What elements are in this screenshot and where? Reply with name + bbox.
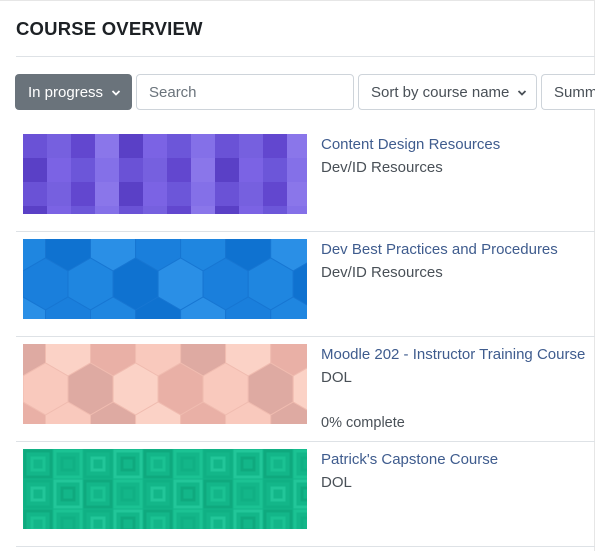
view-label: Summary — [554, 83, 595, 101]
top-border — [0, 0, 595, 1]
course-category: DOL — [321, 474, 352, 491]
sort-label: Sort by course name — [371, 83, 510, 101]
course-name-link[interactable]: Dev Best Practices and Procedures — [321, 240, 558, 260]
course-category: Dev/ID Resources — [321, 159, 443, 176]
grouping-dropdown-button[interactable]: In progress — [15, 74, 132, 110]
course-item: Patrick's Capstone Course DOL — [16, 442, 595, 547]
header-divider — [16, 56, 595, 57]
course-name-link[interactable]: Moodle 202 - Instructor Training Course — [321, 345, 585, 365]
course-image[interactable] — [23, 134, 307, 214]
course-pattern-hexagons — [23, 239, 307, 319]
chevron-down-icon — [111, 84, 121, 101]
course-pattern-hexagons — [23, 344, 307, 424]
sort-dropdown-button[interactable]: Sort by course name — [358, 74, 537, 110]
course-category: DOL — [321, 369, 352, 386]
course-divider — [16, 546, 595, 547]
course-item: Moodle 202 - Instructor Training Course … — [16, 337, 595, 442]
chevron-down-icon — [517, 84, 527, 101]
course-pattern-squares — [23, 134, 307, 214]
course-progress-text: 0% complete — [321, 415, 405, 431]
course-category: Dev/ID Resources — [321, 264, 443, 281]
course-name-link[interactable]: Patrick's Capstone Course — [321, 450, 498, 470]
course-item: Content Design Resources Dev/ID Resource… — [16, 127, 595, 232]
course-image[interactable] — [23, 344, 307, 424]
search-input[interactable] — [136, 74, 354, 110]
course-name-link[interactable]: Content Design Resources — [321, 135, 500, 155]
course-pattern-concentric-squares — [23, 449, 307, 529]
view-dropdown-button[interactable]: Summary — [541, 74, 595, 110]
course-image[interactable] — [23, 239, 307, 319]
course-item: Dev Best Practices and Procedures Dev/ID… — [16, 232, 595, 337]
grouping-label: In progress — [28, 83, 104, 101]
course-image[interactable] — [23, 449, 307, 529]
page-title: COURSE OVERVIEW — [16, 18, 203, 39]
